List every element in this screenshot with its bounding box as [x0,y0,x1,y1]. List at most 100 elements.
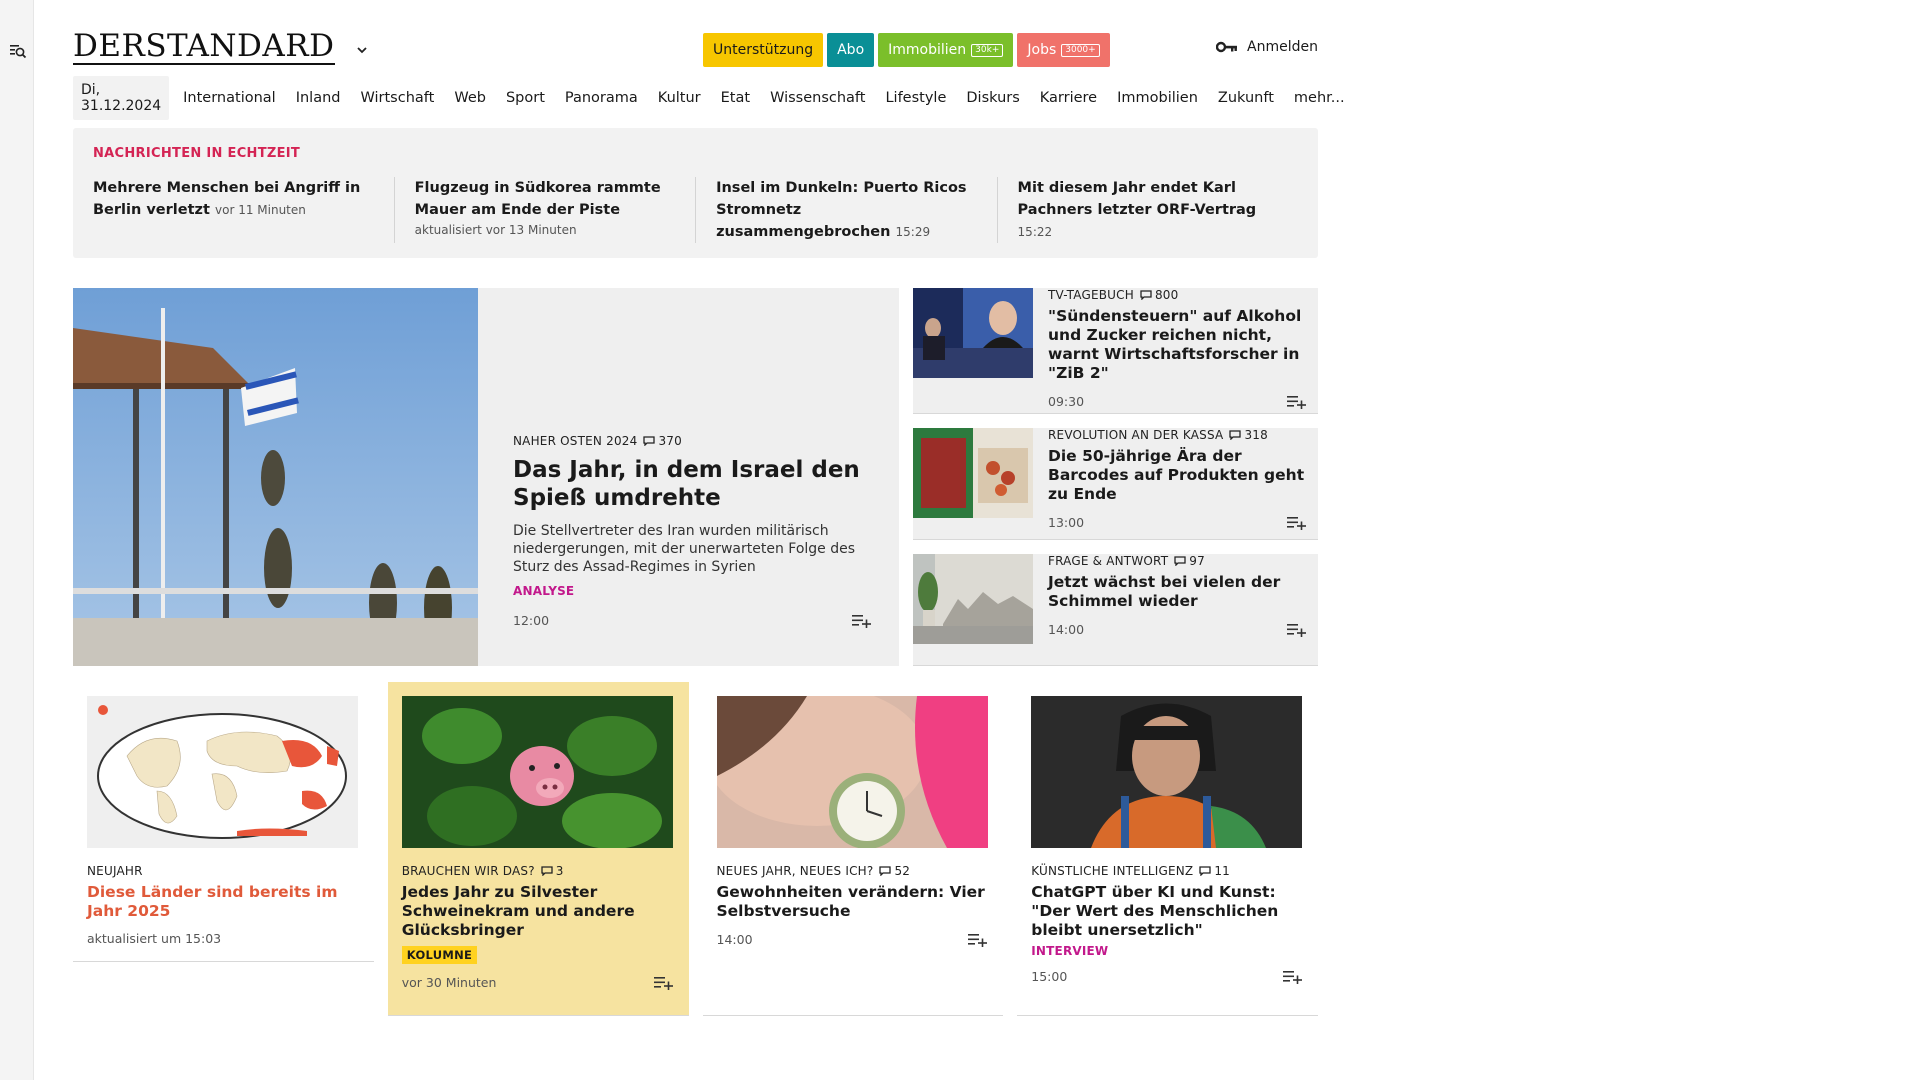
add-to-list-icon[interactable] [653,974,675,990]
add-to-list-icon[interactable] [1286,514,1308,530]
side-time: 13:00 [1048,514,1085,530]
hero-title[interactable]: Das Jahr, in dem Israel den Spieß umdreh… [513,456,873,512]
nav-item-zukunft[interactable]: Zukunft [1218,90,1274,106]
side-story-image [913,428,1033,518]
robot-ai-image [1031,696,1303,848]
comment-count[interactable]: 11 [1199,864,1230,878]
side-stories: TV-TAGEBUCH 800 "Sündensteuern" auf Alko… [913,288,1318,666]
side-story[interactable]: TV-TAGEBUCH 800 "Sündensteuern" auf Alko… [913,288,1318,414]
comment-count-value: 3 [555,864,564,878]
comment-icon [643,436,656,446]
card-kicker: BRAUCHEN WIR DAS? 3 [402,864,675,878]
kolumne-label: KOLUMNE [401,946,478,964]
nav-item-sport[interactable]: Sport [506,90,545,106]
support-link[interactable]: Unterstützung [703,33,824,67]
card-kicker-label: BRAUCHEN WIR DAS? [401,864,535,878]
story-card[interactable]: NEUJAHR Diese Länder sind bereits im Jah… [73,682,374,962]
comment-count-value: 97 [1189,554,1205,568]
immobilien-link[interactable]: Immobilien 30k+ [878,33,1014,67]
add-to-list-icon[interactable] [851,612,873,628]
ticker-item[interactable]: Flugzeug in Südkorea rammte Mauer am End… [393,177,695,243]
nav-item-lifestyle[interactable]: Lifestyle [885,90,946,106]
live-ticker: NACHRICHTEN IN ECHTZEIT Mehrere Menschen… [73,128,1318,258]
nav-item-kultur[interactable]: Kultur [658,90,701,106]
site-logo[interactable]: DERSTANDARD [73,30,335,65]
side-kicker: FRAGE & ANTWORT 97 [1048,554,1308,568]
side-kicker: REVOLUTION AN DER KASSA 318 [1048,428,1308,442]
ticker-time: vor 11 Minuten [215,203,306,217]
ticker-headline: Mit diesem Jahr endet Karl Pachners letz… [1017,180,1257,218]
comment-icon [1229,430,1242,440]
nav-item-international[interactable]: International [183,90,276,106]
ticker-updated: aktualisiert vor 13 Minuten [414,223,577,237]
hero-image [73,288,478,666]
comment-count[interactable]: 52 [879,864,910,878]
nav-item-diskurs[interactable]: Diskurs [966,90,1019,106]
comment-icon [1199,866,1211,876]
comment-count[interactable]: 370 [643,434,682,448]
nav-item-karriere[interactable]: Karriere [1040,90,1097,106]
ticker-item[interactable]: Mehrere Menschen bei Angriff in Ber­lin … [93,177,394,243]
hero-meta: 12:00 [513,612,873,628]
hero-lead: Die Stellvertreter des Iran wurden milit… [513,523,856,575]
comment-count-value: 318 [1244,428,1268,442]
card-kicker-label: KÜNSTLICHE INTELLIGENZ [1031,864,1194,878]
nav-item-wissenschaft[interactable]: Wissenschaft [770,90,865,106]
side-kicker: TV-TAGEBUCH 800 [1048,288,1308,302]
story-card[interactable]: NEUES JAHR, NEUES ICH? 52 Gewohnheiten v… [702,682,1004,1016]
nav-item-wirtschaft[interactable]: Wirtschaft [360,90,434,106]
card-title: Jedes Jahr zu Silvester Schweinekram und… [401,883,635,939]
nav-item-immobilien[interactable]: Immobilien [1117,90,1198,106]
hero-kicker: NAHER OSTEN 2024 370 [513,434,873,448]
side-story-image [913,288,1033,378]
login-button[interactable]: Anmelden [1216,39,1318,55]
chevron-down-icon[interactable] [355,43,369,57]
side-story[interactable]: REVOLUTION AN DER KASSA 318 Die 50-jähri… [913,428,1318,540]
card-title: ChatGPT über KI und Kunst: "Der Wert des… [1031,883,1279,939]
card-meta: vor 30 Minuten [402,974,675,990]
nav-item-etat[interactable]: Etat [721,90,750,106]
add-to-list-icon[interactable] [1282,968,1304,984]
ticker-item[interactable]: Insel im Dunkeln: Puerto Ricos Strom­net… [695,177,996,243]
abo-link[interactable]: Abo [827,33,875,67]
site-header: DERSTANDARD Unterstützung Abo Immobilien… [73,0,1318,70]
top-links: Unterstützung Abo Immobilien 30k+ Jobs 300… [703,33,1110,67]
card-title: Diese Länder sind bereits im Jahr 2025 [87,883,338,920]
card-meta: 15:00 [1031,968,1304,984]
jobs-link[interactable]: Jobs 3000+ [1017,33,1110,67]
card-meta: aktualisiert um 15:03 [87,931,360,946]
analysis-label: ANALYSE [513,584,575,598]
comment-count[interactable]: 97 [1174,554,1205,568]
story-card[interactable]: KÜNSTLICHE INTELLIGENZ 11 ChatGPT über K… [1017,682,1318,1016]
hero-story[interactable]: NAHER OSTEN 2024 370 Das Jahr, in dem Is… [73,288,899,666]
alarm-clock-image [716,696,988,848]
card-time: 14:00 [716,931,753,947]
jobs-count-badge: 3000+ [1061,43,1100,57]
comment-count[interactable]: 318 [1229,428,1268,442]
nav-item-web[interactable]: Web [454,90,486,106]
add-to-list-icon[interactable] [1286,393,1308,409]
nav-item-inland[interactable]: Inland [296,90,341,106]
side-story-body: REVOLUTION AN DER KASSA 318 Die 50-jähri… [1048,428,1318,530]
ticker-title: NACHRICHTEN IN ECHTZEIT [93,146,301,161]
jobs-label: Jobs [1027,42,1057,58]
ticker-item[interactable]: Mit diesem Jahr endet Karl Pachners letz… [996,177,1298,243]
side-story[interactable]: FRAGE & ANTWORT 97 Jetzt wächst bei viel… [913,554,1318,666]
comment-count[interactable]: 800 [1140,288,1179,302]
card-kicker: KÜNSTLICHE INTELLIGENZ 11 [1031,864,1304,878]
side-meta: 13:00 [1048,514,1308,530]
comment-count[interactable]: 3 [541,864,564,878]
menu-search-icon[interactable] [9,42,27,60]
comment-count-value: 800 [1154,288,1179,302]
side-story-body: TV-TAGEBUCH 800 "Sündensteuern" auf Alko… [1048,288,1318,409]
hero-text: NAHER OSTEN 2024 370 Das Jahr, in dem Is… [513,434,873,628]
nav-item-panorama[interactable]: Panorama [565,90,638,106]
add-to-list-icon[interactable] [1286,621,1308,637]
nav-item-more[interactable]: mehr... [1294,90,1345,106]
side-time: 09:30 [1048,393,1085,409]
side-kicker-label: FRAGE & ANTWORT [1048,554,1169,568]
add-to-list-icon[interactable] [967,931,989,947]
story-card[interactable]: BRAUCHEN WIR DAS? 3 Jedes Jahr zu Silves… [387,682,689,1016]
comment-icon [1140,290,1152,300]
side-story-image [913,554,1033,644]
